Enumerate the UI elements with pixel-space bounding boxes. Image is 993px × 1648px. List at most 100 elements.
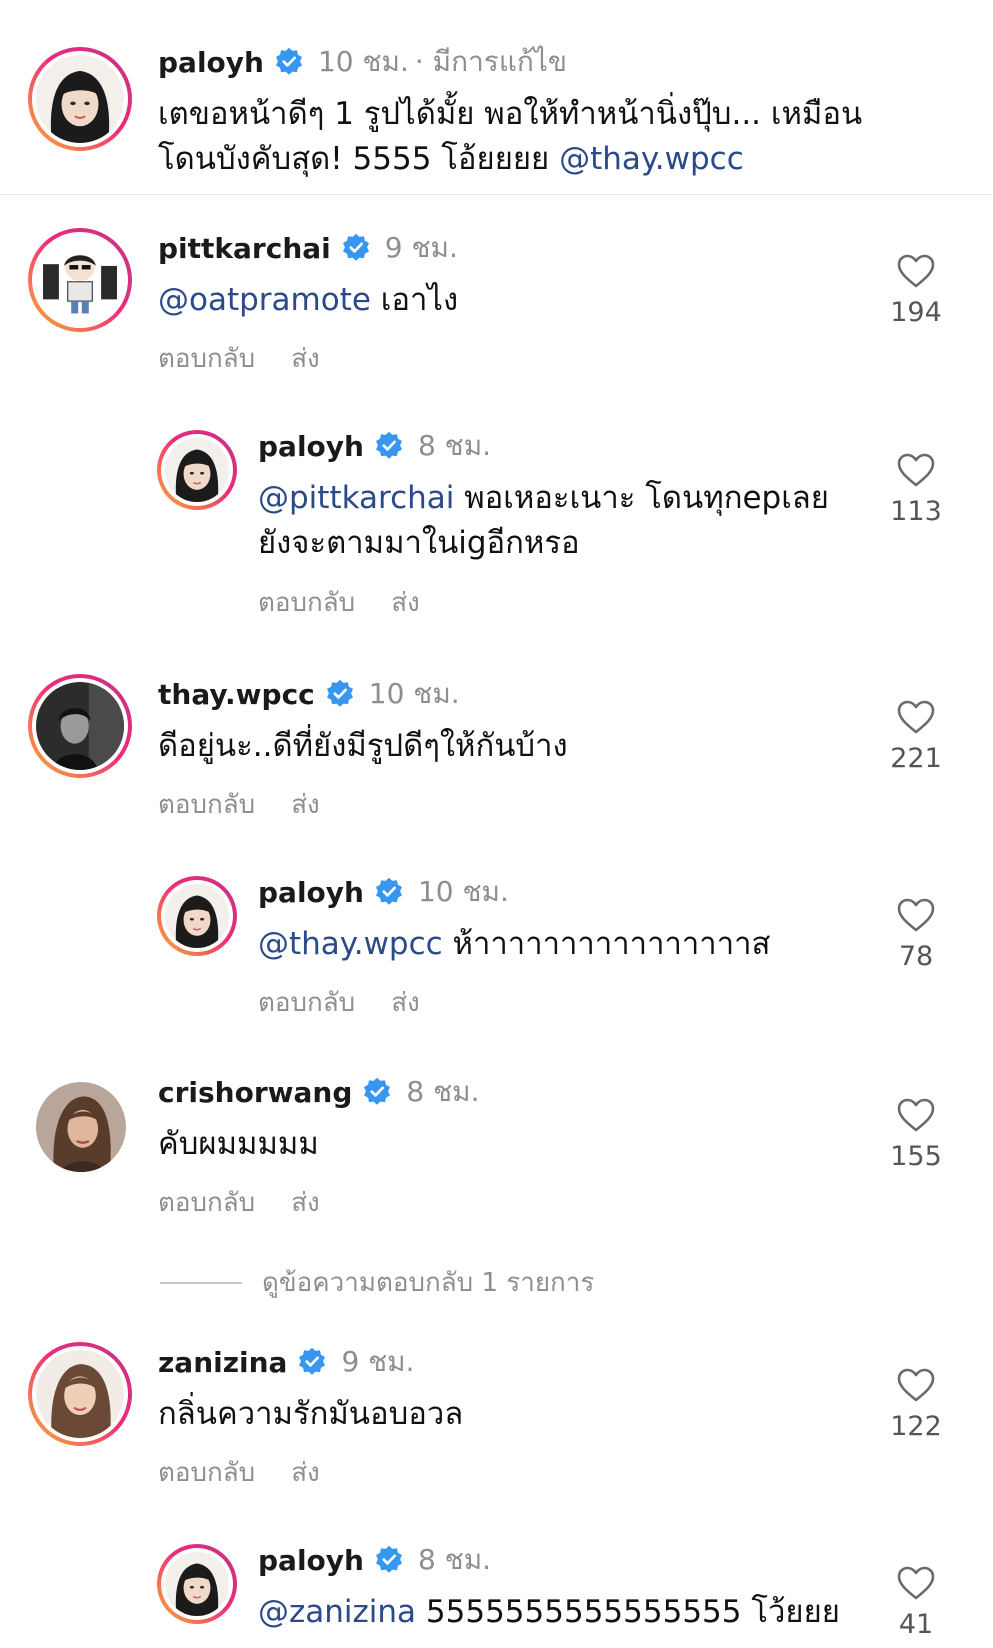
reply-button[interactable]: ตอบกลับ — [158, 344, 255, 374]
comment-text: @thay.wpcc ห้าาาาาาาาาาาาาาาาส — [258, 922, 770, 967]
verified-icon — [374, 431, 404, 461]
comment-actions: ตอบกลับ ส่ง — [158, 1182, 356, 1223]
avatar-image-thay — [36, 682, 124, 770]
comment-username[interactable]: pittkarchai — [158, 232, 331, 265]
heart-icon[interactable] — [896, 253, 936, 289]
caption-line2-text: โดนบังคับสุด! 5555 โอ้ยยยย — [158, 141, 560, 177]
comment-username[interactable]: thay.wpcc — [158, 678, 315, 711]
send-button[interactable]: ส่ง — [391, 588, 420, 618]
reply-button[interactable]: ตอบกลับ — [158, 1458, 255, 1488]
comment-line2: ยังจะตามมาในigอีกหรอ — [258, 525, 580, 561]
caption-divider — [0, 194, 993, 195]
comment-username[interactable]: zanizina — [158, 1346, 287, 1379]
comment-text: ดีอยู่นะ..ดีที่ยังมีรูปดีๆให้กันบ้าง — [158, 728, 568, 764]
comment-avatar[interactable] — [28, 674, 132, 778]
comment-mention[interactable]: @zanizina — [258, 1594, 416, 1630]
comment-avatar[interactable] — [28, 1342, 132, 1446]
comment-header: zanizina 9 ชม. — [158, 1340, 415, 1384]
comment-avatar[interactable] — [157, 1544, 237, 1624]
reply-button[interactable]: ตอบกลับ — [158, 1188, 255, 1218]
heart-icon[interactable] — [896, 699, 936, 735]
comment-mention[interactable]: @pittkarchai — [258, 480, 454, 516]
like-control: 122 — [886, 1367, 946, 1442]
send-button[interactable]: ส่ง — [291, 344, 320, 374]
caption-edited: · มีการแก้ไข — [414, 45, 568, 78]
verified-icon — [274, 47, 304, 77]
comment-username[interactable]: paloyh — [258, 876, 364, 909]
send-button[interactable]: ส่ง — [291, 1458, 320, 1488]
comment-text: @zanizina 5555555555555555 โว้ยยย — [258, 1590, 840, 1635]
comment-body: 5555555555555555 โว้ยยย — [416, 1594, 840, 1630]
verified-icon — [341, 233, 371, 263]
like-control: 155 — [886, 1097, 946, 1172]
comment-actions: ตอบกลับ ส่ง — [258, 582, 456, 623]
comment-avatar[interactable] — [28, 228, 132, 332]
heart-icon[interactable] — [896, 452, 936, 488]
caption-line1: เตขอหน้าดีๆ 1 รูปได้มั้ย พอให้ทำหน้านิ่ง… — [158, 96, 863, 132]
reply-button[interactable]: ตอบกลับ — [258, 588, 355, 618]
like-control: 41 — [886, 1565, 946, 1640]
comment-avatar[interactable] — [157, 876, 237, 956]
like-control: 194 — [886, 253, 946, 328]
comment-body: เอาไง — [370, 282, 459, 318]
caption-mention[interactable]: @thay.wpcc — [559, 141, 744, 177]
comment-header: paloyh 8 ชม. — [258, 1538, 491, 1582]
heart-icon[interactable] — [896, 1097, 936, 1133]
comment-username[interactable]: paloyh — [258, 1544, 364, 1577]
comment-actions: ตอบกลับ ส่ง — [158, 784, 356, 825]
comment-header: crishorwang 8 ชม. — [158, 1070, 479, 1114]
caption-text: เตขอหน้าดีๆ 1 รูปได้มั้ย พอให้ทำหน้านิ่ง… — [158, 92, 862, 182]
verified-icon — [297, 1347, 327, 1377]
avatar-image-paloyh — [36, 55, 124, 143]
comment-text: กลิ่นความรักมันอบอวล — [158, 1396, 464, 1432]
avatar-image-crishorwang — [36, 1082, 126, 1172]
like-count: 194 — [890, 297, 942, 328]
comment-username[interactable]: crishorwang — [158, 1076, 352, 1109]
comment-actions: ตอบกลับ ส่ง — [158, 1452, 356, 1493]
comment-header: pittkarchai 9 ชม. — [158, 226, 458, 270]
caption-header: paloyh 10 ชม. · มีการแก้ไข — [158, 40, 567, 84]
comment-line1: @pittkarchai พอเหอะเนาะ โดนทุกepเลย — [258, 476, 829, 521]
avatar-image-paloyh — [165, 1552, 229, 1616]
heart-icon[interactable] — [896, 1565, 936, 1601]
comment-time: 10 ชม. — [368, 677, 460, 710]
like-count: 78 — [898, 941, 934, 972]
comment-actions: ตอบกลับ ส่ง — [258, 982, 456, 1023]
heart-icon[interactable] — [896, 897, 936, 933]
comment-username[interactable]: paloyh — [258, 430, 364, 463]
like-control: 78 — [886, 897, 946, 972]
caption-line2: โดนบังคับสุด! 5555 โอ้ยยยย @thay.wpcc — [158, 137, 862, 182]
like-count: 221 — [890, 743, 942, 774]
comment-avatar[interactable] — [157, 430, 237, 510]
caption-username[interactable]: paloyh — [158, 46, 264, 79]
comment-time: 8 ชม. — [406, 1075, 480, 1108]
comment-mention[interactable]: @oatpramote — [158, 282, 371, 318]
like-count: 41 — [898, 1609, 934, 1640]
caption-time: 10 ชม. — [317, 45, 409, 78]
send-button[interactable]: ส่ง — [291, 790, 320, 820]
comment-time: 9 ชม. — [384, 231, 458, 264]
avatar-image-paloyh — [165, 884, 229, 948]
reply-button[interactable]: ตอบกลับ — [158, 790, 255, 820]
comment-header: thay.wpcc 10 ชม. — [158, 672, 460, 716]
comment-text: คับผมมมมม — [158, 1126, 319, 1162]
view-replies-button[interactable]: ดูข้อความตอบกลับ 1 รายการ — [160, 1262, 594, 1303]
comment-body: ห้าาาาาาาาาาาาาาาาส — [442, 926, 771, 962]
heart-icon[interactable] — [896, 1367, 936, 1403]
caption-avatar[interactable] — [28, 47, 132, 151]
like-count: 155 — [890, 1141, 942, 1172]
comment-text: @pittkarchai พอเหอะเนาะ โดนทุกepเลย ยังจ… — [258, 476, 829, 566]
send-button[interactable]: ส่ง — [291, 1188, 320, 1218]
verified-icon — [374, 1545, 404, 1575]
reply-button[interactable]: ตอบกลับ — [258, 988, 355, 1018]
comment-body: พอเหอะเนาะ โดนทุกepเลย — [454, 480, 829, 516]
send-button[interactable]: ส่ง — [391, 988, 420, 1018]
comment-avatar[interactable] — [36, 1082, 126, 1172]
like-count: 113 — [890, 496, 942, 527]
comment-header: paloyh 8 ชม. — [258, 424, 491, 468]
comment-mention[interactable]: @thay.wpcc — [258, 926, 443, 962]
comment-time: 10 ชม. — [417, 875, 509, 908]
view-replies-line — [160, 1281, 242, 1284]
verified-icon — [325, 679, 355, 709]
comment-time: 9 ชม. — [341, 1345, 415, 1378]
